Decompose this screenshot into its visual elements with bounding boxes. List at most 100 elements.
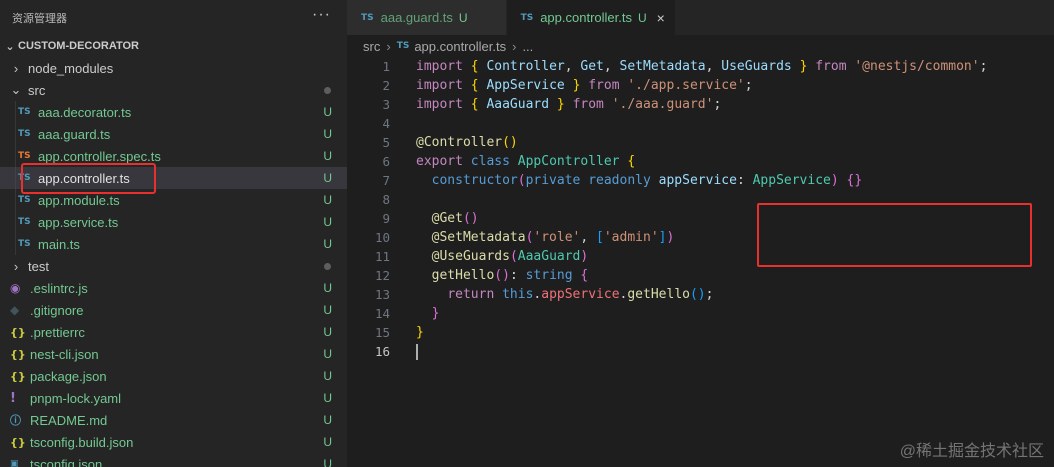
code-line: 15} xyxy=(347,323,1054,342)
tree-item-label: .prettierrc xyxy=(30,324,85,340)
tree-item-pnpm-lock[interactable]: ! pnpm-lock.yaml U xyxy=(0,387,347,409)
breadcrumb-symbols[interactable]: ... xyxy=(522,39,533,54)
chevron-down-icon: ⌄ xyxy=(5,40,15,53)
untracked-status: U xyxy=(323,237,332,251)
line-number: 1 xyxy=(382,59,390,74)
tree-item-nest-cli[interactable]: {} nest-cli.json U xyxy=(0,343,347,365)
json-icon: {} xyxy=(10,347,26,361)
line-number: 14 xyxy=(374,306,390,321)
untracked-status: U xyxy=(323,369,332,383)
line-number: 10 xyxy=(374,230,390,245)
tree-item-app-service[interactable]: TS app.service.ts U xyxy=(0,211,347,233)
git-icon: ◆ xyxy=(10,303,20,317)
chevron-right-icon: › xyxy=(512,38,517,54)
line-number: 11 xyxy=(374,249,390,264)
tree-item-test[interactable]: › test xyxy=(0,255,347,277)
highlight-box-sidebar xyxy=(21,163,156,194)
untracked-status: U xyxy=(323,391,332,405)
tree-item-tsconfig[interactable]: ▣ tsconfig.json U xyxy=(0,453,347,467)
typescript-icon: TS xyxy=(18,129,31,139)
tree-item-label: .eslintrc.js xyxy=(30,280,88,296)
chevron-right-icon: › xyxy=(13,258,19,274)
tree-item-prettierrc[interactable]: {} .prettierrc U xyxy=(0,321,347,343)
yaml-icon: ! xyxy=(10,390,16,406)
code-line: 7 constructor(private readonly appServic… xyxy=(347,171,1054,190)
typescript-icon: TS xyxy=(18,239,31,249)
tree-item-gitignore[interactable]: ◆ .gitignore U xyxy=(0,299,347,321)
tree-item-label: app.service.ts xyxy=(38,214,119,230)
tree-item-label: test xyxy=(28,258,49,274)
explorer-title: 资源管理器 xyxy=(12,12,67,25)
tree-item-node-modules[interactable]: › node_modules xyxy=(0,57,347,79)
tree-item-eslintrc[interactable]: ◉ .eslintrc.js U xyxy=(0,277,347,299)
modified-dot xyxy=(324,263,331,270)
chevron-right-icon: › xyxy=(13,60,19,76)
line-content: getHello(): string { xyxy=(431,268,589,283)
tree-item-label: aaa.guard.ts xyxy=(38,126,111,142)
typescript-icon: TS xyxy=(520,12,534,23)
code-line: 5 @Controller() xyxy=(347,133,1054,152)
line-content: @Get() xyxy=(431,211,479,226)
line-number: 7 xyxy=(382,173,390,188)
line-number: 16 xyxy=(374,344,390,359)
code-line-current: 16 xyxy=(347,342,1054,361)
tree-item-readme[interactable]: ⓘ README.md U xyxy=(0,409,347,431)
tree-item-label: app.controller.spec.ts xyxy=(38,148,161,164)
tree-item-tsconfig-build[interactable]: {} tsconfig.build.json U xyxy=(0,431,347,453)
tree-item-label: node_modules xyxy=(28,60,114,76)
json-icon: {} xyxy=(10,435,26,449)
tree-item-src[interactable]: ⌄ src xyxy=(0,79,347,101)
highlight-box-decorators xyxy=(757,203,1032,267)
typescript-icon: TS xyxy=(18,107,31,117)
tree-item-label: main.ts xyxy=(38,236,80,252)
tree-item-label: pnpm-lock.yaml xyxy=(30,390,122,406)
eslint-icon: ◉ xyxy=(10,281,21,295)
tab-aaa-guard[interactable]: TS aaa.guard.ts U xyxy=(347,0,507,35)
json-icon: {} xyxy=(10,325,26,339)
line-number: 15 xyxy=(374,325,390,340)
line-number: 6 xyxy=(382,154,390,169)
modified-dot xyxy=(324,87,331,94)
tree-item-main[interactable]: TS main.ts U xyxy=(0,233,347,255)
line-number: 3 xyxy=(382,97,390,112)
untracked-status: U xyxy=(637,10,647,25)
tree-item-label: .gitignore xyxy=(30,302,84,318)
breadcrumb-folder[interactable]: src xyxy=(363,39,380,54)
line-content: @UseGuards(AaaGuard) xyxy=(431,249,589,264)
line-number: 9 xyxy=(382,211,390,226)
workspace-name: CUSTOM-DECORATOR xyxy=(18,40,139,52)
workspace-section-header[interactable]: ⌄ CUSTOM-DECORATOR xyxy=(0,35,347,57)
code-line: 12 getHello(): string { xyxy=(347,266,1054,285)
tree-item-aaa-guard[interactable]: TS aaa.guard.ts U xyxy=(0,123,347,145)
typescript-icon: TS xyxy=(18,217,31,227)
tab-app-controller[interactable]: TS app.controller.ts U × xyxy=(506,0,676,35)
untracked-status: U xyxy=(458,10,468,25)
line-content: @SetMetadata('role', ['admin']) xyxy=(431,230,675,245)
chevron-right-icon: › xyxy=(386,38,391,54)
tab-label: aaa.guard.ts xyxy=(380,10,453,25)
tree-item-label: nest-cli.json xyxy=(30,346,99,362)
tree-item-label: README.md xyxy=(30,412,108,428)
untracked-status: U xyxy=(323,281,332,295)
text-cursor xyxy=(416,344,418,360)
breadcrumb: src › TS app.controller.ts › ... xyxy=(347,35,1054,57)
code-line: 3 import { AaaGuard } from './aaa.guard'; xyxy=(347,95,1054,114)
line-content: import { AaaGuard } from './aaa.guard'; xyxy=(416,97,722,112)
json-icon: {} xyxy=(10,369,26,383)
ellipsis-icon[interactable]: ··· xyxy=(312,6,331,24)
line-number: 5 xyxy=(382,135,390,150)
line-content: } xyxy=(431,306,440,321)
line-content: } xyxy=(416,325,424,340)
tree-item-aaa-decorator[interactable]: TS aaa.decorator.ts U xyxy=(0,101,347,123)
line-number: 4 xyxy=(382,116,390,131)
explorer-sidebar: 资源管理器 ··· ⌄ CUSTOM-DECORATOR › node_modu… xyxy=(0,0,347,467)
breadcrumb-file[interactable]: app.controller.ts xyxy=(414,39,506,54)
untracked-status: U xyxy=(323,171,332,185)
close-icon[interactable]: × xyxy=(657,10,665,26)
line-content: import { Controller, Get, SetMetadata, U… xyxy=(416,59,988,74)
untracked-status: U xyxy=(323,149,332,163)
tree-item-label: package.json xyxy=(30,368,107,384)
tree-item-package-json[interactable]: {} package.json U xyxy=(0,365,347,387)
tree-item-label: tsconfig.build.json xyxy=(30,434,134,450)
untracked-status: U xyxy=(323,215,332,229)
